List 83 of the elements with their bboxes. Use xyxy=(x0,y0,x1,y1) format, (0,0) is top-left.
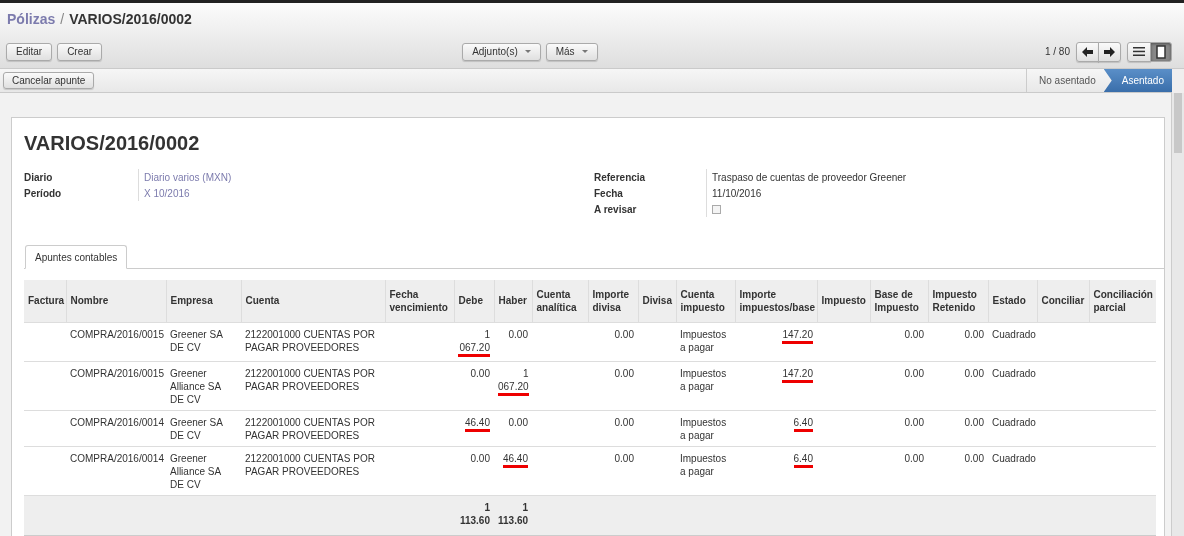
breadcrumb-link[interactable]: Pólizas xyxy=(7,11,56,27)
checkbox[interactable] xyxy=(712,204,721,214)
cancel-entry-button[interactable]: Cancelar apunte xyxy=(3,72,95,89)
table-cell: 147.20 xyxy=(782,366,813,383)
table-cell: 0.00 xyxy=(470,451,490,465)
table-cell: Cuadrado xyxy=(992,327,1036,341)
table-cell-text: Greener SA DE CV xyxy=(170,327,224,354)
total-cell: 1 113.60 xyxy=(458,500,490,527)
caret-icon xyxy=(581,50,588,53)
table-cell: 0.00 xyxy=(964,366,984,380)
table-cell: COMPRA/2016/0015 xyxy=(70,366,164,380)
column-header[interactable]: Nombre xyxy=(70,294,109,308)
table-cell: 0.00 xyxy=(904,451,924,465)
table-cell-text: Impuestos a pagar xyxy=(680,327,728,354)
table-cell-text: 2122001000 CUENTAS POR PAGAR PROVEEDORES xyxy=(245,366,376,393)
tab[interactable]: Apuntes contables xyxy=(25,245,128,269)
scrollbar[interactable] xyxy=(1171,93,1184,536)
table-cell: 0.00 xyxy=(964,415,984,429)
field-value: 11/10/2016 xyxy=(712,187,762,199)
field-label: Período xyxy=(24,187,63,199)
table-cell: 0.00 xyxy=(614,327,634,341)
table-cell: 6.40 xyxy=(793,415,813,432)
previous-button[interactable] xyxy=(1076,41,1099,62)
field-label: Referencia xyxy=(594,171,647,183)
dropdown-button[interactable]: Adjunto(s) xyxy=(462,42,541,61)
table-cell-text: Impuestos a pagar xyxy=(680,415,728,442)
table-cell: 0.00 xyxy=(904,415,924,429)
table-cell: 6.40 xyxy=(793,451,813,468)
table-cell-text: Impuestos a pagar xyxy=(680,366,728,393)
table-cell: 0.00 xyxy=(614,451,634,465)
field-value: Traspaso de cuentas de proveedor Greener xyxy=(712,171,907,183)
list-icon xyxy=(1133,47,1145,56)
page-icon xyxy=(1156,44,1166,59)
breadcrumb-separator: / xyxy=(60,11,65,27)
table-cell: 0.00 xyxy=(904,327,924,341)
table-cell: COMPRA/2016/0014 xyxy=(70,415,164,429)
table-cell-text: Greener SA DE CV xyxy=(170,415,224,442)
table-cell-text: 2122001000 CUENTAS POR PAGAR PROVEEDORES xyxy=(245,415,376,442)
table-cell: 0.00 xyxy=(904,366,924,380)
table-cell: 0.00 xyxy=(614,366,634,380)
table-cell: 1 067.20 xyxy=(498,366,529,396)
table-cell: Cuadrado xyxy=(992,366,1036,380)
table-cell: 0.00 xyxy=(508,327,528,341)
table-cell: 0.00 xyxy=(470,366,490,380)
table-cell: 0.00 xyxy=(508,415,528,429)
toolbar-button[interactable]: Editar xyxy=(6,42,53,61)
table-cell-text: Greener Alliance SA DE CV xyxy=(170,451,222,491)
field-label: Diario xyxy=(24,171,54,183)
dropdown-button[interactable]: Más xyxy=(545,42,598,61)
table-cell: 1 067.20 xyxy=(458,327,490,357)
table-cell: Cuadrado xyxy=(992,451,1036,465)
form-view-button[interactable] xyxy=(1150,41,1172,62)
table-cell: COMPRA/2016/0015 xyxy=(70,327,164,341)
arrow-right-icon xyxy=(1104,46,1115,57)
status-step[interactable]: No asentado xyxy=(1026,69,1104,92)
table-cell: 0.00 xyxy=(964,451,984,465)
column-header[interactable]: Cuenta xyxy=(245,294,280,308)
table-cell-text: 2122001000 CUENTAS POR PAGAR PROVEEDORES xyxy=(245,327,376,354)
table-cell-text: 2122001000 CUENTAS POR PAGAR PROVEEDORES xyxy=(245,451,376,478)
status-step[interactable]: Asentado xyxy=(1103,69,1172,92)
sheet-title: VARIOS/2016/0002 xyxy=(24,132,201,155)
total-cell: 1 113.60 xyxy=(498,500,529,527)
table-cell: 46.40 xyxy=(464,415,490,432)
column-header[interactable]: Empresa xyxy=(170,294,213,308)
table-cell: 46.40 xyxy=(502,451,528,468)
arrow-left-icon xyxy=(1082,46,1093,57)
field-link[interactable]: X 10/2016 xyxy=(144,187,190,199)
field-label: A revisar xyxy=(594,203,638,215)
pager-counter: 1 / 80 xyxy=(1044,46,1070,57)
table-cell-text: Greener Alliance SA DE CV xyxy=(170,366,222,406)
field-link[interactable]: Diario varios (MXN) xyxy=(144,171,232,183)
list-view-button[interactable] xyxy=(1127,41,1151,62)
table-cell: 147.20 xyxy=(782,327,813,344)
table-cell: 0.00 xyxy=(964,327,984,341)
caret-icon xyxy=(524,50,531,53)
table-cell-text: Impuestos a pagar xyxy=(680,451,728,478)
next-button[interactable] xyxy=(1098,41,1121,62)
table-cell: COMPRA/2016/0014 xyxy=(70,451,164,465)
table-cell: Cuadrado xyxy=(992,415,1036,429)
record-title: VARIOS/2016/0002 xyxy=(69,11,192,27)
field-label: Fecha xyxy=(594,187,624,199)
toolbar-button[interactable]: Crear xyxy=(57,42,103,61)
table-cell: 0.00 xyxy=(614,415,634,429)
